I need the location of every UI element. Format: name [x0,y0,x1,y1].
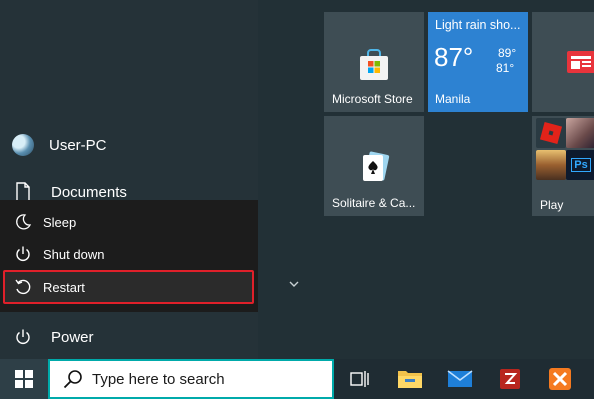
solitaire-tile[interactable]: Solitaire & Ca... [324,116,424,216]
file-explorer-button[interactable] [394,363,426,395]
moon-icon [12,211,34,233]
news-tile[interactable] [532,12,594,112]
power-label: Power [51,328,94,346]
task-view-button[interactable] [344,363,376,395]
search-icon [62,368,84,390]
weather-city: Manila [435,92,471,106]
xampp-button[interactable] [544,363,576,395]
task-view-icon [350,371,369,387]
sleep-label: Sleep [43,214,77,230]
taskbar: Type here to search [0,359,594,399]
power-options-menu: Sleep Shut down Restart [0,200,258,312]
folder-icon [398,371,422,388]
play-tile-label: Play [540,198,564,212]
weather-condition: Light rain sho... [435,18,521,32]
power-button[interactable]: Power [12,324,252,350]
taskbar-search-box[interactable]: Type here to search [48,359,334,399]
user-account-button[interactable]: User-PC [12,132,252,158]
user-name-label: User-PC [49,136,107,154]
sleep-menu-item[interactable]: Sleep [0,206,258,238]
xampp-icon [549,368,571,390]
photoshop-icon: Ps [566,150,594,180]
store-tile-label: Microsoft Store [332,92,413,106]
weather-temperature: 87° [434,42,474,72]
restart-menu-item[interactable]: Restart [3,270,254,304]
weather-tile[interactable]: Light rain sho... 87° 89° 81° Manila [428,12,528,112]
filezilla-button[interactable] [494,363,526,395]
windows-logo-icon [15,370,33,388]
restart-label: Restart [43,279,85,295]
mail-icon [447,370,473,387]
mail-button[interactable] [444,363,476,395]
chevron-down-icon[interactable] [287,277,301,291]
power-icon [12,243,34,265]
weather-low: 81° [496,61,515,75]
shutdown-label: Shut down [43,246,105,262]
photoshop-icon-text: Ps [571,158,591,172]
start-button[interactable] [0,359,48,399]
restart-icon [12,276,34,298]
store-bag-icon [360,49,388,80]
shutdown-menu-item[interactable]: Shut down [0,238,258,270]
solitaire-tile-label: Solitaire & Ca... [332,196,416,210]
news-icon [567,51,594,73]
user-avatar-icon [12,134,34,156]
power-icon [12,326,34,348]
search-placeholder: Type here to search [92,370,225,388]
game-app-icon [566,118,594,148]
game-app-icon [536,150,566,180]
playing-cards-icon [363,151,390,181]
microsoft-store-tile[interactable]: Microsoft Store [324,12,424,112]
documents-label: Documents [51,183,127,201]
roblox-icon [536,118,566,148]
filezilla-icon [500,369,520,389]
weather-high: 89° [498,46,517,60]
